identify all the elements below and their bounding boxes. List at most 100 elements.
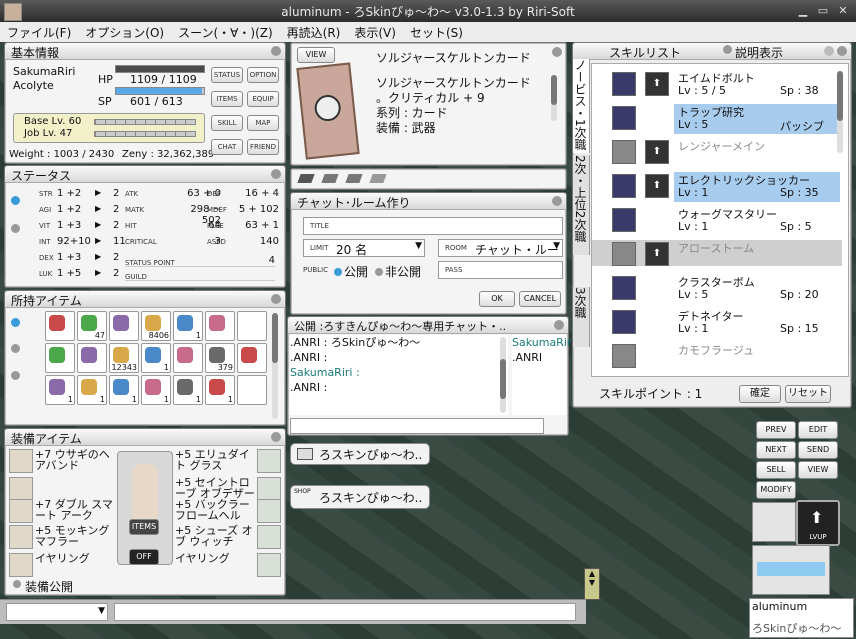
public-radio[interactable]: 公開 (334, 263, 368, 280)
private-radio[interactable]: 非公開 (375, 263, 421, 280)
pass-input[interactable]: PASS (438, 261, 563, 279)
close-icon[interactable] (837, 46, 847, 56)
skill-lvup-button[interactable]: ⬆ (645, 72, 669, 96)
modify-button[interactable]: MODIFY (756, 481, 796, 499)
radio-icon[interactable] (723, 45, 732, 54)
close-icon[interactable] (552, 47, 562, 57)
card-slot-icon[interactable] (297, 174, 315, 183)
arrow-up-icon[interactable]: ▲ (585, 569, 599, 578)
panel-header[interactable]: スキルリスト 説明表示 (573, 43, 851, 60)
chat-input[interactable] (290, 418, 544, 434)
skill-row[interactable]: ⬆ アローストーム (592, 240, 842, 266)
skill-row[interactable]: クラスターボム Lv : 5 Sp : 20 (592, 274, 842, 301)
inventory-slot[interactable] (237, 311, 267, 341)
skill-row[interactable]: デトネイター Lv : 1 Sp : 15 (592, 308, 842, 335)
chat-input-main[interactable] (114, 603, 576, 621)
close-icon[interactable] (271, 294, 281, 304)
panel-header[interactable]: 公開 :ろすきんぴゅ〜わ〜専用チャット・.. (288, 317, 568, 334)
stat-up-icon[interactable]: ▶ (95, 236, 101, 245)
panel-header[interactable]: 基本情報 (5, 43, 285, 60)
inventory-slot[interactable]: 12343 (109, 343, 139, 373)
items-button[interactable]: ITEMS (211, 91, 243, 107)
edit-button[interactable]: EDIT (798, 421, 838, 439)
inventory-slot[interactable] (173, 343, 203, 373)
shop-bubble[interactable]: SHOP ろスキンぴゅ〜わ.. (290, 485, 430, 509)
menu-soon[interactable]: スーン(・∀・)(Z) (171, 22, 280, 41)
stat-up-icon[interactable]: ▶ (95, 268, 101, 277)
close-icon[interactable] (552, 196, 562, 206)
mini-scroll[interactable]: ▲ ▼ (584, 568, 600, 600)
minimize-icon[interactable] (824, 46, 834, 56)
maximize-button[interactable]: ▭ (816, 4, 830, 17)
close-icon[interactable] (554, 320, 564, 330)
menu-file[interactable]: ファイル(F) (0, 22, 78, 41)
close-button[interactable]: ✕ (836, 4, 850, 17)
member-list[interactable]: SakumaRiri .ANRI (512, 335, 574, 415)
skill-row[interactable]: カモフラージュ (592, 342, 842, 368)
radio-icon[interactable] (13, 580, 21, 588)
inventory-slot[interactable] (77, 343, 107, 373)
menu-option[interactable]: オプション(O) (78, 22, 171, 41)
inventory-slot[interactable]: 1 (77, 375, 107, 405)
send-button[interactable]: SEND (798, 441, 838, 459)
skill-button[interactable]: SKILL (211, 115, 243, 131)
lvup-button[interactable]: ⬆ LVUP (796, 500, 840, 546)
tab-radio-icon[interactable] (11, 318, 20, 327)
scrollbar[interactable] (500, 337, 506, 413)
tab-radio-icon[interactable] (11, 371, 20, 380)
inventory-slot[interactable]: 1 (109, 375, 139, 405)
desc-toggle[interactable]: 説明表示 (735, 44, 783, 61)
view-button[interactable]: VIEW (297, 47, 335, 63)
inventory-slot[interactable] (45, 311, 75, 341)
chevron-down-icon[interactable]: ▼ (415, 241, 422, 251)
inventory-slot[interactable]: 1 (141, 343, 171, 373)
card-slot-icon[interactable] (321, 174, 339, 183)
skill-row[interactable]: ⬆ レンジャーメイン (592, 138, 842, 164)
inventory-slot[interactable] (237, 343, 267, 373)
panel-header[interactable]: ステータス (5, 166, 285, 183)
close-icon[interactable] (271, 169, 281, 179)
radio-icon[interactable] (11, 196, 20, 205)
inventory-slot[interactable]: 1 (45, 375, 75, 405)
sell-button[interactable]: SELL (756, 461, 796, 479)
inventory-slot[interactable]: 379 (205, 343, 235, 373)
status-button[interactable]: STATUS (211, 67, 243, 83)
menu-reload[interactable]: 再読込(R) (280, 22, 348, 41)
skill-row[interactable]: ⬆ エレクトリックショッカー Lv : 1 Sp : 35 (592, 172, 842, 202)
panel-header[interactable]: チャット･ルーム作り (291, 193, 566, 210)
panel-header[interactable]: 所持アイテム (5, 291, 285, 308)
cancel-button[interactable]: CANCEL (519, 291, 561, 307)
stat-up-icon[interactable]: ▶ (95, 252, 101, 261)
view-button-side[interactable]: VIEW (798, 461, 838, 479)
radio-icon[interactable] (11, 224, 20, 233)
inventory-slot[interactable]: 8406 (141, 311, 171, 341)
next-button[interactable]: NEXT (756, 441, 796, 459)
inventory-slot[interactable]: 1 (173, 311, 203, 341)
inventory-slot[interactable] (109, 311, 139, 341)
skill-row[interactable]: ウォーグマスタリー Lv : 1 Sp : 5 (592, 206, 842, 233)
option-button[interactable]: OPTION (247, 67, 279, 83)
skill-ok-button[interactable]: 確定 (739, 385, 781, 403)
inventory-slot[interactable]: 1 (205, 375, 235, 405)
limit-select[interactable]: LIMIT 20 名 ▼ (303, 239, 425, 257)
map-button[interactable]: MAP (247, 115, 279, 131)
skill-row[interactable]: トラップ研究 Lv : 5 パッシブ (592, 104, 842, 134)
skill-row[interactable]: ⬆ エイムドボルト Lv : 5 / 5 Sp : 38 (592, 70, 842, 97)
equip-off-button[interactable]: OFF (129, 549, 159, 565)
friend-button[interactable]: FRIEND (247, 139, 279, 155)
scrollbar[interactable] (551, 75, 557, 121)
inventory-slot[interactable] (205, 311, 235, 341)
title-input[interactable]: TITLE (303, 217, 563, 235)
tab-second[interactable]: 2次・上位2次職 (573, 155, 590, 255)
empty-slot[interactable] (752, 502, 796, 542)
inventory-slot[interactable] (45, 343, 75, 373)
tab-radio-icon[interactable] (11, 344, 20, 353)
stat-up-icon[interactable]: ▶ (95, 188, 101, 197)
menu-view[interactable]: 表示(V) (347, 22, 403, 41)
equip-items-button[interactable]: ITEMS (129, 519, 159, 535)
arrow-down-icon[interactable]: ▼ (585, 578, 599, 587)
panel-header[interactable]: 装備アイテム (5, 429, 285, 446)
chevron-down-icon[interactable]: ▼ (553, 241, 560, 251)
inventory-slot[interactable]: 1 (173, 375, 203, 405)
inventory-slot[interactable]: 47 (77, 311, 107, 341)
